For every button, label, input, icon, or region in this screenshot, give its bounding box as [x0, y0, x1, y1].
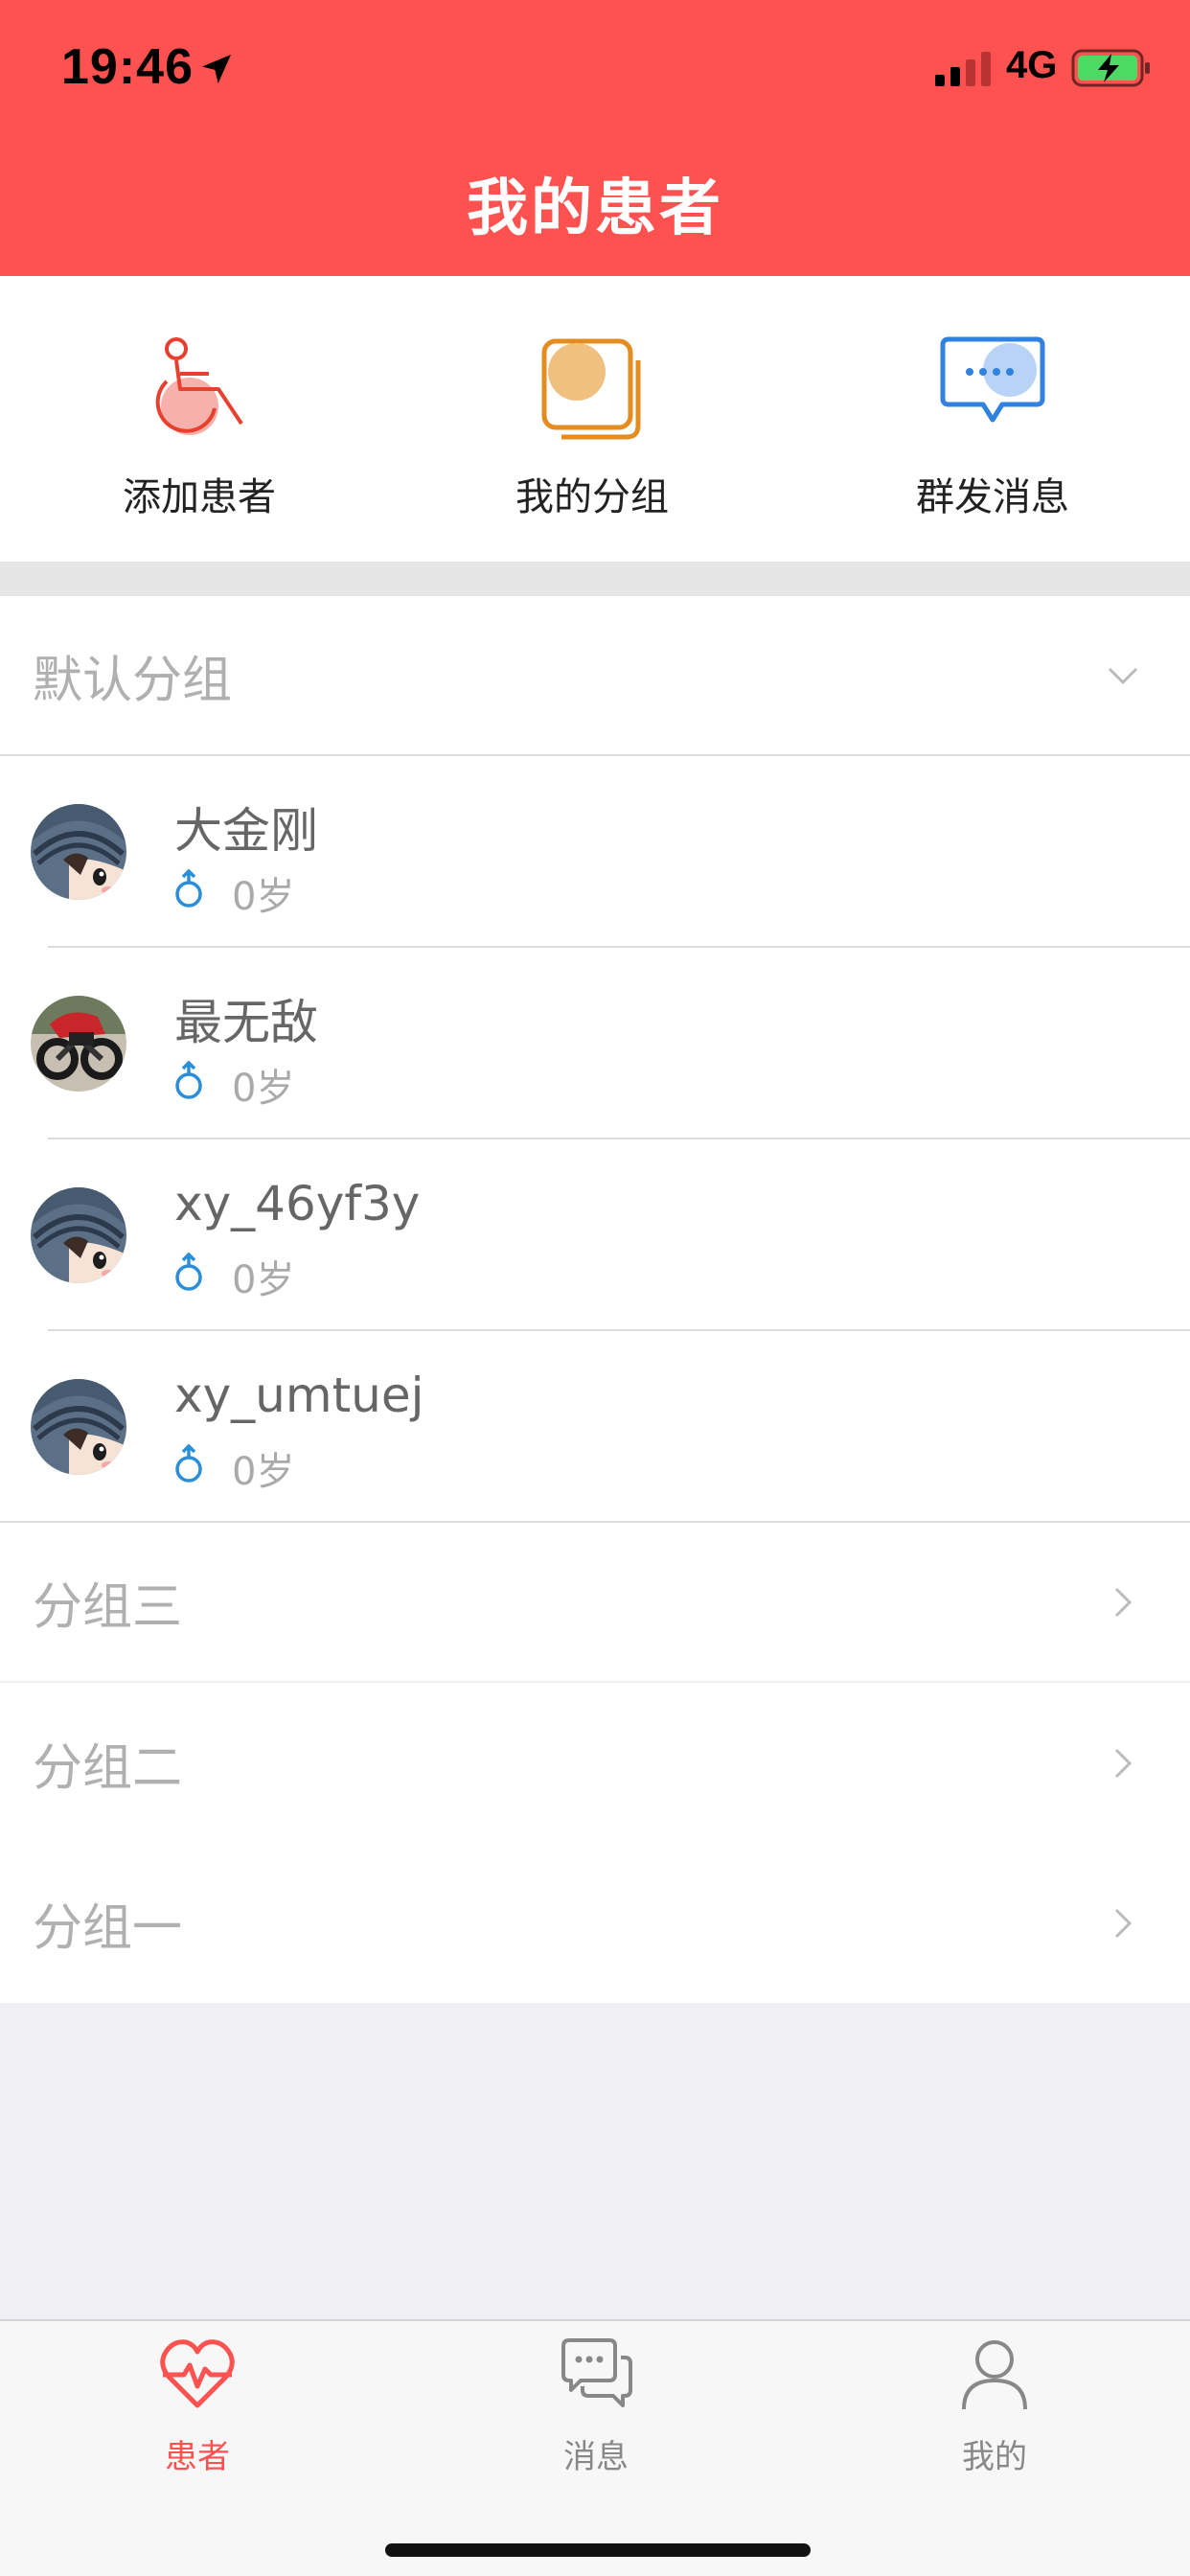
patient-name: 最无敌 — [174, 995, 318, 1050]
avatar — [31, 1187, 126, 1283]
patient-name: xy_46yf3y — [174, 1176, 421, 1231]
tab-label: 患者 — [165, 2438, 230, 2476]
group-folder-icon — [541, 338, 641, 440]
male-icon — [175, 1253, 202, 1291]
header-bar: 19:46 4G 我的患者 — [0, 0, 1190, 276]
cartoon-avatar-icon — [31, 804, 126, 900]
group-header-three[interactable]: 分组三 — [0, 1523, 1190, 1683]
avatar — [31, 804, 126, 900]
home-indicator[interactable] — [385, 2543, 811, 2557]
avatar — [31, 1379, 126, 1475]
broadcast-message-label: 群发消息 — [916, 475, 1069, 519]
broadcast-message-button[interactable]: 群发消息 — [820, 276, 1165, 562]
chevron-right-icon — [1114, 1748, 1133, 1778]
chevron-down-icon — [1108, 667, 1138, 684]
group-name: 分组二 — [33, 1739, 183, 1797]
cartoon-avatar-icon — [31, 1379, 126, 1475]
patient-group-list: 默认分组 大金刚 0岁 最无敌 0岁 xy_46yf3y 0岁 xy_umtue… — [0, 596, 1190, 2003]
group-name: 默认分组 — [33, 652, 233, 709]
tab-label: 我的 — [962, 2438, 1027, 2476]
add-patient-label: 添加患者 — [123, 475, 276, 519]
battery-charging-icon — [1071, 49, 1150, 87]
male-icon — [175, 1444, 202, 1483]
my-groups-button[interactable]: 我的分组 — [420, 276, 765, 562]
section-divider — [0, 562, 1190, 596]
status-time: 19:46 — [61, 39, 194, 95]
patient-row[interactable]: xy_umtuej 0岁 — [0, 1331, 1190, 1523]
chat-bubbles-icon — [561, 2338, 632, 2407]
tab-patients[interactable]: 患者 — [54, 2321, 341, 2513]
male-icon — [175, 869, 202, 908]
patient-age: 0岁 — [232, 1450, 295, 1494]
tab-label: 消息 — [563, 2438, 629, 2476]
wheelchair-icon — [155, 337, 243, 435]
chevron-right-icon — [1114, 1587, 1133, 1617]
group-header-two[interactable]: 分组二 — [0, 1683, 1190, 1843]
group-header-default[interactable]: 默认分组 — [0, 596, 1190, 756]
patient-name: 大金刚 — [174, 803, 318, 859]
my-groups-label: 我的分组 — [515, 475, 669, 519]
tab-messages[interactable]: 消息 — [452, 2321, 740, 2513]
patient-age: 0岁 — [232, 1258, 295, 1302]
group-header-one[interactable]: 分组一 — [0, 1843, 1190, 2003]
patient-age: 0岁 — [232, 1067, 295, 1111]
message-bubble-icon — [940, 336, 1045, 423]
page-title: 我的患者 — [467, 173, 723, 244]
cell-signal-icon — [935, 52, 991, 86]
location-arrow-icon — [202, 55, 231, 83]
patient-row[interactable]: 最无敌 0岁 — [0, 948, 1190, 1139]
person-icon — [962, 2340, 1027, 2410]
group-name: 分组三 — [33, 1578, 183, 1636]
cartoon-avatar-icon — [31, 1187, 126, 1283]
male-icon — [175, 1061, 202, 1099]
patient-row[interactable]: 大金刚 0岁 — [0, 756, 1190, 948]
avatar — [31, 996, 126, 1092]
heart-pulse-icon — [160, 2339, 235, 2408]
patient-name: xy_umtuej — [174, 1368, 424, 1423]
tab-mine[interactable]: 我的 — [851, 2321, 1138, 2513]
group-name: 分组一 — [33, 1899, 183, 1957]
motorcycle-photo-icon — [31, 996, 126, 1092]
quick-actions: 添加患者 我的分组 群发消息 — [0, 276, 1190, 562]
tab-bar: 患者 消息 我的 — [0, 2319, 1190, 2576]
chevron-right-icon — [1114, 1908, 1133, 1938]
network-type: 4G — [1006, 44, 1058, 86]
add-patient-button[interactable]: 添加患者 — [27, 276, 372, 562]
patient-row[interactable]: xy_46yf3y 0岁 — [0, 1139, 1190, 1331]
patient-age: 0岁 — [232, 875, 295, 919]
